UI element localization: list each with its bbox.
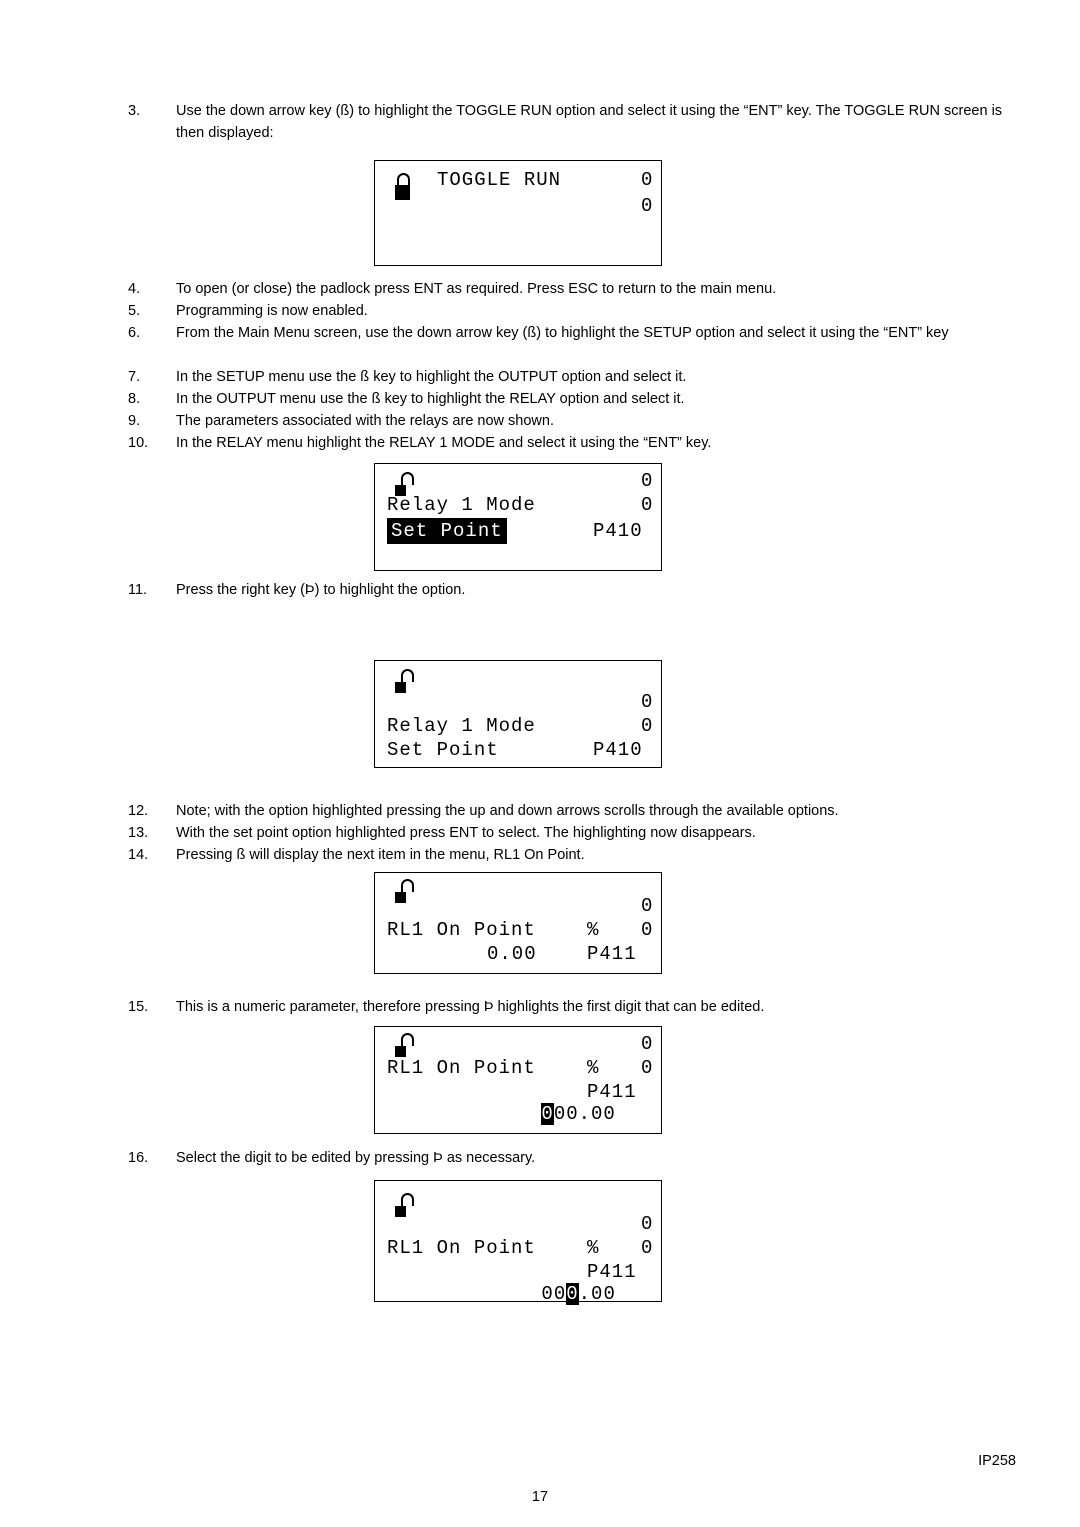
lcd-rl1-digit1: 0 RL1 On Point % 0 000.00 P411 <box>374 1026 662 1134</box>
step-8-number: 8. <box>128 391 141 407</box>
padlock-closed-icon <box>393 173 415 203</box>
lcd-rl1-digit1-highlighted-digit: 0 <box>541 1103 554 1125</box>
step-14: 14. Pressing ß will display the next ite… <box>128 844 1006 866</box>
lcd-relay-mode-value-top: 0 <box>641 470 654 492</box>
step-5-text: Programming is now enabled. <box>176 303 368 319</box>
lcd-rl1-unit: % <box>587 919 600 941</box>
step-11-text: Press the right key (Þ) to highlight the… <box>176 582 466 598</box>
lcd-relay-mode-plain-value-top: 0 <box>641 691 654 713</box>
step-4-number: 4. <box>128 281 141 297</box>
step-11-number: 11. <box>128 582 148 598</box>
lcd-rl1-digit3-param: P411 <box>587 1261 637 1283</box>
lcd-relay-mode-highlighted: 0 Relay 1 Mode 0 Set Point P410 <box>374 463 662 571</box>
lcd-toggle-run-value-second: 0 <box>641 195 654 217</box>
lcd-rl1-digit3: 0 RL1 On Point % 0 000.00 P411 <box>374 1180 662 1305</box>
lcd-rl1-digit3-value-top: 0 <box>641 1213 654 1235</box>
step-4: 4. To open (or close) the padlock press … <box>128 278 1006 300</box>
lcd-rl1-value: 0.00 <box>487 943 537 965</box>
step-15: 15. This is a numeric parameter, therefo… <box>128 996 1006 1018</box>
lcd-rl1-value-second: 0 <box>641 919 654 941</box>
step-5-number: 5. <box>128 303 141 319</box>
lcd-rl1-param: P411 <box>587 943 637 965</box>
lcd-rl1-digit3-unit: % <box>587 1237 600 1259</box>
step-12-number: 12. <box>128 803 149 819</box>
lcd-rl1-digit3-value-second: 0 <box>641 1237 654 1259</box>
step-7-text: In the SETUP menu use the ß key to highl… <box>176 369 687 385</box>
step-14-number: 14. <box>128 847 149 863</box>
step-14-text: Pressing ß will display the next item in… <box>176 847 585 863</box>
step-3-number: 3. <box>128 103 141 119</box>
step-3: 3. Use the down arrow key (ß) to highlig… <box>128 100 1006 144</box>
step-6: 6. From the Main Menu screen, use the do… <box>128 322 1006 344</box>
step-16: 16. Select the digit to be edited by pre… <box>128 1147 1006 1169</box>
step-7: 7. In the SETUP menu use the ß key to hi… <box>128 366 1006 388</box>
step-13: 13. With the set point option highlighte… <box>128 822 1006 844</box>
lcd-rl1-digit1-param: P411 <box>587 1081 637 1103</box>
lcd-rl1-digit3-value-prefix: 00 <box>541 1283 567 1305</box>
lcd-relay-mode-plain-option: Set Point <box>387 739 499 761</box>
step-12: 12. Note; with the option highlighted pr… <box>128 800 1006 822</box>
document-page: 3. Use the down arrow key (ß) to highlig… <box>0 0 1080 1527</box>
lcd-relay-mode-option-highlighted: Set Point <box>387 518 507 544</box>
lcd-relay-mode-plain-value-second: 0 <box>641 715 654 737</box>
step-4-text: To open (or close) the padlock press ENT… <box>176 281 777 297</box>
step-3-text: Use the down arrow key (ß) to highlight … <box>176 103 1003 141</box>
step-6-text: From the Main Menu screen, use the down … <box>176 325 949 341</box>
step-13-text: With the set point option highlighted pr… <box>176 825 756 841</box>
lcd-rl1-digit3-label: RL1 On Point <box>387 1237 536 1259</box>
step-15-text: This is a numeric parameter, therefore p… <box>176 999 765 1015</box>
step-6-number: 6. <box>128 325 141 341</box>
page-number: 17 <box>531 1489 549 1505</box>
lcd-rl1-on-point: 0 RL1 On Point % 0 0.00 P411 <box>374 872 662 974</box>
step-9-number: 9. <box>128 413 141 429</box>
lcd-toggle-run: TOGGLE RUN 0 0 <box>374 160 662 266</box>
step-10-number: 10. <box>128 435 149 451</box>
padlock-open-icon <box>393 1193 415 1223</box>
lcd-relay-mode-plain-label: Relay 1 Mode <box>387 715 536 737</box>
lcd-rl1-value-top: 0 <box>641 895 654 917</box>
step-10-text: In the RELAY menu highlight the RELAY 1 … <box>176 435 712 451</box>
lcd-rl1-digit1-unit: % <box>587 1057 600 1079</box>
step-15-number: 15. <box>128 999 149 1015</box>
step-8-text: In the OUTPUT menu use the ß key to high… <box>176 391 685 407</box>
step-7-number: 7. <box>128 369 141 385</box>
step-13-number: 13. <box>128 825 149 841</box>
padlock-open-icon <box>393 669 415 699</box>
step-16-number: 16. <box>128 1150 149 1166</box>
lcd-rl1-digit3-value-suffix: .00 <box>578 1283 616 1305</box>
lcd-relay-mode-param: P410 <box>593 520 643 542</box>
lcd-relay-mode-label: Relay 1 Mode <box>387 494 536 516</box>
step-9: 9. The parameters associated with the re… <box>128 410 1006 432</box>
step-11: 11. Press the right key (Þ) to highlight… <box>128 579 1006 601</box>
lcd-toggle-run-title: TOGGLE RUN <box>437 169 562 191</box>
lcd-rl1-digit1-value-rest: 00.00 <box>553 1103 616 1125</box>
step-8: 8. In the OUTPUT menu use the ß key to h… <box>128 388 1006 410</box>
lcd-rl1-label: RL1 On Point <box>387 919 536 941</box>
lcd-relay-mode-plain-param: P410 <box>593 739 643 761</box>
padlock-open-icon <box>393 879 415 909</box>
step-16-text: Select the digit to be edited by pressin… <box>176 1150 536 1166</box>
lcd-rl1-digit3-highlighted-digit: 0 <box>566 1283 579 1305</box>
footer-document-code: IP258 <box>978 1453 1016 1469</box>
lcd-rl1-digit1-label: RL1 On Point <box>387 1057 536 1079</box>
lcd-rl1-digit1-value-second: 0 <box>641 1057 654 1079</box>
step-12-text: Note; with the option highlighted pressi… <box>176 803 839 819</box>
lcd-rl1-digit1-value-top: 0 <box>641 1033 654 1055</box>
step-10: 10. In the RELAY menu highlight the RELA… <box>128 432 1006 454</box>
lcd-toggle-run-value-top: 0 <box>641 169 654 191</box>
lcd-relay-mode-plain: 0 Relay 1 Mode 0 Set Point P410 <box>374 660 662 768</box>
step-5: 5. Programming is now enabled. <box>128 300 1006 322</box>
step-9-text: The parameters associated with the relay… <box>176 413 554 429</box>
lcd-relay-mode-value-second: 0 <box>641 494 654 516</box>
